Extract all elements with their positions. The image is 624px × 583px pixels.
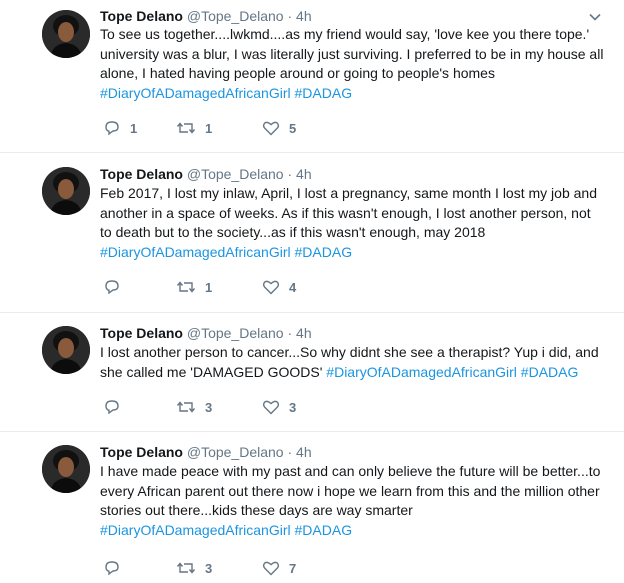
reply-icon bbox=[105, 121, 119, 136]
like-button[interactable]: 3 bbox=[262, 397, 296, 417]
tweet[interactable]: Tope Delano @Tope_Delano · 4h To see us … bbox=[0, 0, 624, 153]
separator: · bbox=[287, 325, 293, 341]
like-button[interactable]: 7 bbox=[262, 558, 296, 578]
timestamp[interactable]: 4h bbox=[296, 325, 312, 341]
hashtag-link[interactable]: #DiaryOfADamagedAfricanGirl #DADAG bbox=[100, 244, 352, 260]
reply-button[interactable] bbox=[103, 558, 130, 578]
tweet-header: Tope Delano @Tope_Delano · 4h bbox=[100, 7, 312, 25]
timeline: Tope Delano @Tope_Delano · 4h To see us … bbox=[0, 0, 624, 583]
timestamp[interactable]: 4h bbox=[296, 444, 312, 460]
retweet-icon bbox=[176, 401, 196, 413]
like-button[interactable]: 4 bbox=[262, 277, 296, 297]
reply-icon bbox=[105, 400, 119, 415]
heart-icon bbox=[262, 561, 280, 576]
retweet-button[interactable]: 3 bbox=[176, 558, 212, 578]
tweet-header: Tope Delano @Tope_Delano · 4h bbox=[100, 443, 312, 461]
tweet-text: I lost another person to cancer...So why… bbox=[100, 343, 606, 382]
reply-count: 1 bbox=[130, 120, 138, 136]
author-handle[interactable]: @Tope_Delano bbox=[187, 325, 284, 341]
retweet-count: 3 bbox=[205, 560, 213, 576]
hashtag-link[interactable]: #DiaryOfADamagedAfricanGirl #DADAG bbox=[100, 522, 352, 538]
separator: · bbox=[287, 444, 293, 460]
tweet-body: Feb 2017, I lost my inlaw, April, I lost… bbox=[100, 185, 597, 241]
author-handle[interactable]: @Tope_Delano bbox=[187, 444, 284, 460]
reply-icon bbox=[105, 280, 119, 295]
tweet-text: Feb 2017, I lost my inlaw, April, I lost… bbox=[100, 184, 606, 263]
avatar[interactable] bbox=[42, 445, 90, 493]
tweet[interactable]: Tope Delano @Tope_Delano · 4h I lost ano… bbox=[0, 313, 624, 432]
hashtag-link[interactable]: #DiaryOfADamagedAfricanGirl #DADAG bbox=[100, 85, 352, 101]
hashtag-link[interactable]: #DiaryOfADamagedAfricanGirl #DADAG bbox=[326, 364, 578, 380]
like-count: 7 bbox=[289, 560, 297, 576]
like-count: 3 bbox=[289, 399, 297, 415]
author-handle[interactable]: @Tope_Delano bbox=[187, 8, 284, 24]
timestamp[interactable]: 4h bbox=[296, 8, 312, 24]
chevron-down-icon[interactable] bbox=[588, 10, 602, 24]
like-count: 5 bbox=[289, 120, 297, 136]
timestamp[interactable]: 4h bbox=[296, 166, 312, 182]
author-handle[interactable]: @Tope_Delano bbox=[187, 166, 284, 182]
retweet-icon bbox=[176, 122, 196, 134]
tweet-body: I have made peace with my past and can o… bbox=[100, 463, 601, 519]
reply-button[interactable] bbox=[103, 277, 130, 297]
retweet-button[interactable]: 1 bbox=[176, 277, 212, 297]
tweet[interactable]: Tope Delano @Tope_Delano · 4h I have mad… bbox=[0, 432, 624, 583]
tweet-text: To see us together....lwkmd....as my fri… bbox=[100, 25, 606, 104]
author-name[interactable]: Tope Delano bbox=[100, 166, 183, 182]
tweet-header: Tope Delano @Tope_Delano · 4h bbox=[100, 165, 312, 183]
author-name[interactable]: Tope Delano bbox=[100, 325, 183, 341]
avatar[interactable] bbox=[42, 10, 90, 58]
retweet-icon bbox=[176, 281, 196, 293]
retweet-count: 1 bbox=[205, 279, 213, 295]
separator: · bbox=[287, 8, 293, 24]
tweet-body: To see us together....lwkmd....as my fri… bbox=[100, 26, 604, 82]
reply-icon bbox=[105, 561, 119, 576]
heart-icon bbox=[262, 121, 280, 136]
separator: · bbox=[287, 166, 293, 182]
author-name[interactable]: Tope Delano bbox=[100, 444, 183, 460]
like-button[interactable]: 5 bbox=[262, 118, 296, 138]
tweet-header: Tope Delano @Tope_Delano · 4h bbox=[100, 324, 312, 342]
like-count: 4 bbox=[289, 279, 297, 295]
tweet-text: I have made peace with my past and can o… bbox=[100, 462, 606, 541]
retweet-count: 3 bbox=[205, 399, 213, 415]
author-name[interactable]: Tope Delano bbox=[100, 8, 183, 24]
avatar[interactable] bbox=[42, 326, 90, 374]
retweet-icon bbox=[176, 562, 196, 574]
avatar[interactable] bbox=[42, 167, 90, 215]
retweet-count: 1 bbox=[205, 120, 213, 136]
reply-button[interactable] bbox=[103, 397, 130, 417]
heart-icon bbox=[262, 400, 280, 415]
reply-button[interactable]: 1 bbox=[103, 118, 137, 138]
retweet-button[interactable]: 3 bbox=[176, 397, 212, 417]
tweet[interactable]: Tope Delano @Tope_Delano · 4h Feb 2017, … bbox=[0, 153, 624, 313]
retweet-button[interactable]: 1 bbox=[176, 118, 212, 138]
heart-icon bbox=[262, 280, 280, 295]
